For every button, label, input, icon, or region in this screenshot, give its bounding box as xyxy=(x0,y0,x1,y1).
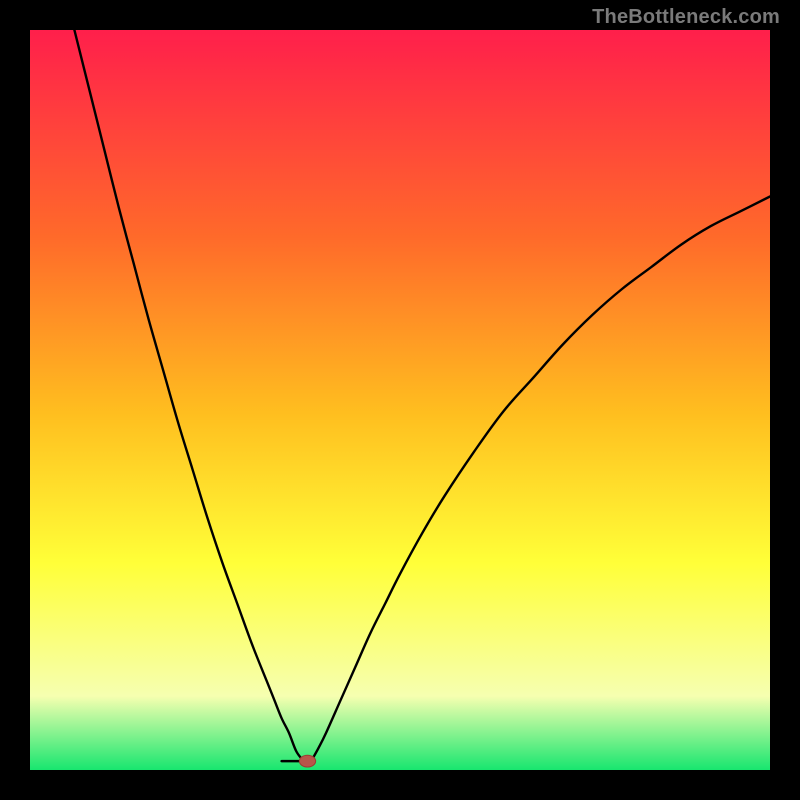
outer-frame: TheBottleneck.com xyxy=(0,0,800,800)
minimum-marker xyxy=(299,755,315,767)
watermark-text: TheBottleneck.com xyxy=(592,6,780,29)
gradient-background xyxy=(30,30,770,770)
plot-area xyxy=(30,30,770,770)
chart-svg xyxy=(30,30,770,770)
